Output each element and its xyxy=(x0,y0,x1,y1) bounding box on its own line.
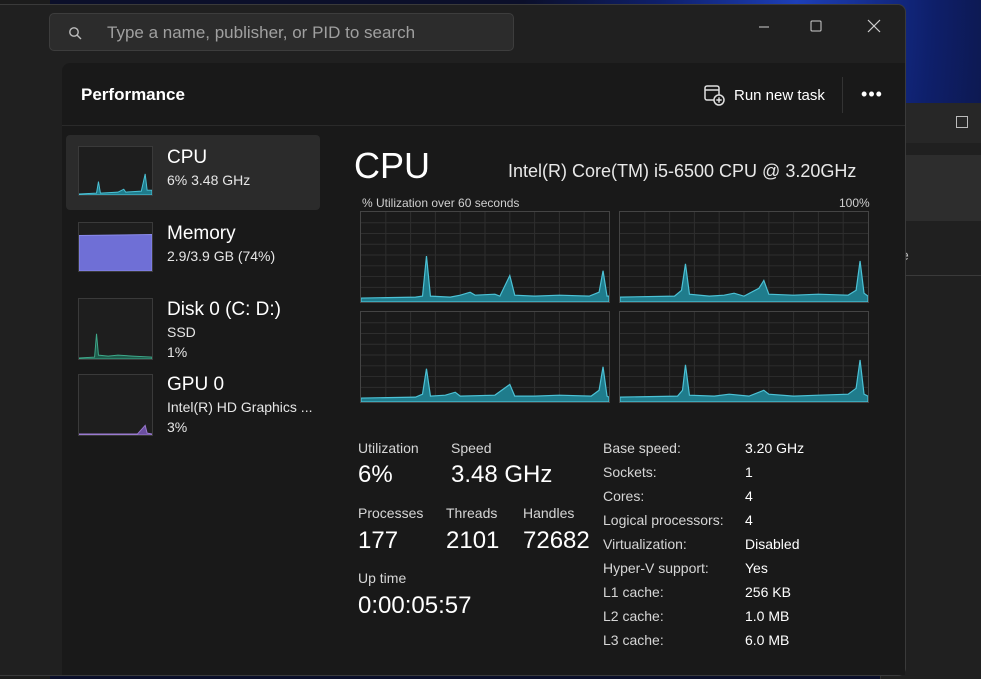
spec-value: 256 KB xyxy=(745,584,791,600)
speed-value: 3.48 GHz xyxy=(451,461,553,488)
spec-label: Hyper-V support: xyxy=(603,560,709,576)
minimize-icon xyxy=(759,26,769,28)
sidebar-item-title: Disk 0 (C: D:) xyxy=(167,299,281,320)
sidebar-item-subtitle: SSD xyxy=(167,324,196,340)
spec-value: 1 xyxy=(745,464,753,480)
spec-label: Cores: xyxy=(603,488,645,504)
performance-page: Performance Run new task ••• CPU 6% 3.48… xyxy=(62,63,905,675)
handles-value: 72682 xyxy=(523,527,590,554)
handles-label: Handles xyxy=(523,505,575,521)
spec-value: Yes xyxy=(745,560,768,576)
spec-value: Disabled xyxy=(745,536,800,552)
utilization-value: 6% xyxy=(358,461,393,488)
run-task-icon xyxy=(704,85,725,106)
spec-value: 1.0 MB xyxy=(745,608,790,624)
cpu-core-graph xyxy=(360,311,610,403)
graph-max-label: 100% xyxy=(839,196,870,210)
sidebar-item-subtitle: 2.9/3.9 GB (74%) xyxy=(167,248,276,264)
uptime-label: Up time xyxy=(358,570,407,586)
speed-label: Speed xyxy=(451,440,492,456)
graph-caption: % Utilization over 60 seconds xyxy=(362,196,520,210)
spec-label: Sockets: xyxy=(603,464,657,480)
maximize-icon xyxy=(810,20,822,32)
sidebar-item-cpu[interactable]: CPU 6% 3.48 GHz xyxy=(66,135,320,210)
sidebar-item-title: Memory xyxy=(167,223,236,244)
spec-value: 6.0 MB xyxy=(745,632,790,648)
search-input[interactable] xyxy=(105,22,489,44)
cpu-heading: CPU xyxy=(354,145,431,186)
sidebar-item-gpu[interactable]: GPU 0 Intel(R) HD Graphics ... 3% xyxy=(66,374,320,449)
memory-thumbnail-graph xyxy=(78,222,153,272)
search-box[interactable] xyxy=(49,13,514,51)
threads-value: 2101 xyxy=(446,527,500,554)
more-options-button[interactable]: ••• xyxy=(852,79,892,109)
sidebar-item-title: GPU 0 xyxy=(167,374,225,395)
cpu-core-graph xyxy=(360,211,610,303)
spec-value: 4 xyxy=(745,512,753,528)
cpu-model: Intel(R) Core(TM) i5-6500 CPU @ 3.20GHz xyxy=(508,161,857,181)
maximize-icon xyxy=(956,116,968,128)
sidebar-item-disk[interactable]: Disk 0 (C: D:) SSD 1% xyxy=(66,287,320,362)
cpu-thumbnail-graph xyxy=(78,146,153,196)
header-divider xyxy=(842,77,843,113)
sidebar-item-subtitle: Intel(R) HD Graphics ... xyxy=(167,399,313,415)
sidebar-item-value: 1% xyxy=(167,344,188,360)
cpu-graphs xyxy=(360,211,873,403)
spec-label: Virtualization: xyxy=(603,536,687,552)
utilization-label: Utilization xyxy=(358,440,419,456)
sidebar-item-memory[interactable]: Memory 2.9/3.9 GB (74%) xyxy=(66,211,320,286)
search-icon xyxy=(69,27,82,40)
maximize-button[interactable] xyxy=(792,11,840,41)
threads-label: Threads xyxy=(446,505,498,521)
close-icon xyxy=(867,19,881,33)
cpu-core-graph xyxy=(619,311,869,403)
spec-value: 4 xyxy=(745,488,753,504)
page-title: Performance xyxy=(81,85,185,104)
processes-value: 177 xyxy=(358,527,399,554)
minimize-button[interactable] xyxy=(740,11,788,41)
disk-thumbnail-graph xyxy=(78,298,153,360)
run-new-task-label: Run new task xyxy=(734,86,825,104)
processes-label: Processes xyxy=(358,505,424,521)
sidebar-item-title: CPU xyxy=(167,147,208,168)
task-manager-window: Performance Run new task ••• xyxy=(0,4,906,676)
gpu-thumbnail-graph xyxy=(78,374,153,436)
spec-label: L3 cache: xyxy=(603,632,664,648)
run-new-task-button[interactable]: Run new task xyxy=(696,76,834,114)
spec-label: L1 cache: xyxy=(603,584,664,600)
performance-sidebar: CPU 6% 3.48 GHz Memory 2.9/3.9 GB (74%) … xyxy=(66,135,320,450)
spec-value: 3.20 GHz xyxy=(745,440,805,456)
spec-label: Logical processors: xyxy=(603,512,724,528)
more-icon: ••• xyxy=(861,83,883,104)
spec-label: Base speed: xyxy=(603,440,681,456)
close-button[interactable] xyxy=(850,11,898,41)
page-header: Performance Run new task ••• xyxy=(62,63,905,126)
cpu-core-graph xyxy=(619,211,869,303)
uptime-value: 0:00:05:57 xyxy=(358,592,472,619)
spec-label: L2 cache: xyxy=(603,608,664,624)
sidebar-item-subtitle: 6% 3.48 GHz xyxy=(167,172,251,188)
sidebar-item-value: 3% xyxy=(167,419,188,435)
